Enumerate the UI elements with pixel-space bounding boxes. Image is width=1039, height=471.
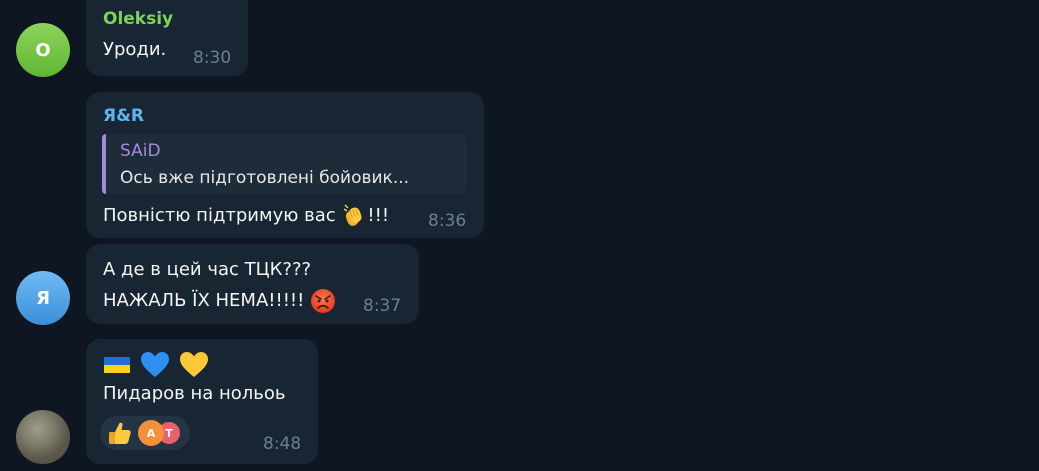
reaction-avatar: A [138, 420, 164, 446]
message-text-suffix: !!! [367, 205, 390, 226]
sender-name[interactable]: Я&R [103, 106, 144, 126]
blue-heart-emoji [141, 352, 170, 377]
message-time: 8:37 [363, 296, 402, 316]
avatar-letter: O [35, 39, 51, 61]
message-bubble[interactable]: Я&R SAiD Ось вже підготовлені бойовик...… [86, 92, 484, 238]
reaction-avatar-letter: A [146, 426, 156, 440]
ukraine-flag-emoji [104, 357, 130, 373]
message-text-line2: НАЖАЛЬ ЇХ НЕМА!!!!! [103, 290, 305, 311]
message-text: Повністю підтримую вас [103, 205, 336, 226]
reaction-avatar-letter: T [165, 426, 173, 440]
sender-name[interactable]: Oleksiy [103, 9, 173, 29]
thumbs-up-emoji [109, 422, 131, 444]
angry-face-emoji [311, 289, 336, 313]
message-time: 8:48 [263, 434, 302, 454]
sender-avatar[interactable]: O [16, 23, 70, 77]
reaction-pill[interactable]: A T [100, 416, 190, 450]
message-text-line1: А де в цей час ТЦК??? [103, 259, 312, 280]
reply-text: Ось вже підготовлені бойовик... [120, 168, 410, 188]
message-time: 8:30 [193, 48, 232, 68]
message-text: Пидаров на нольоь [103, 383, 286, 404]
reply-sender-name: SAiD [120, 141, 161, 161]
reply-quote[interactable]: SAiD Ось вже підготовлені бойовик... [102, 134, 467, 194]
message-bubble[interactable]: Oleksiy Уроди. 8:30 [86, 0, 248, 76]
sender-avatar[interactable]: Я [16, 271, 70, 325]
message-bubble[interactable]: А де в цей час ТЦК??? НАЖАЛЬ ЇХ НЕМА!!!!… [86, 244, 419, 324]
yellow-heart-emoji [180, 352, 209, 377]
clapping-hands-emoji [343, 204, 362, 226]
message-text: Уроди. [103, 39, 167, 60]
sender-avatar-photo[interactable] [16, 410, 70, 464]
message-bubble[interactable]: Пидаров на нольоь A T 8:48 [86, 339, 318, 464]
message-time: 8:36 [428, 211, 467, 231]
avatar-letter: Я [36, 287, 50, 309]
